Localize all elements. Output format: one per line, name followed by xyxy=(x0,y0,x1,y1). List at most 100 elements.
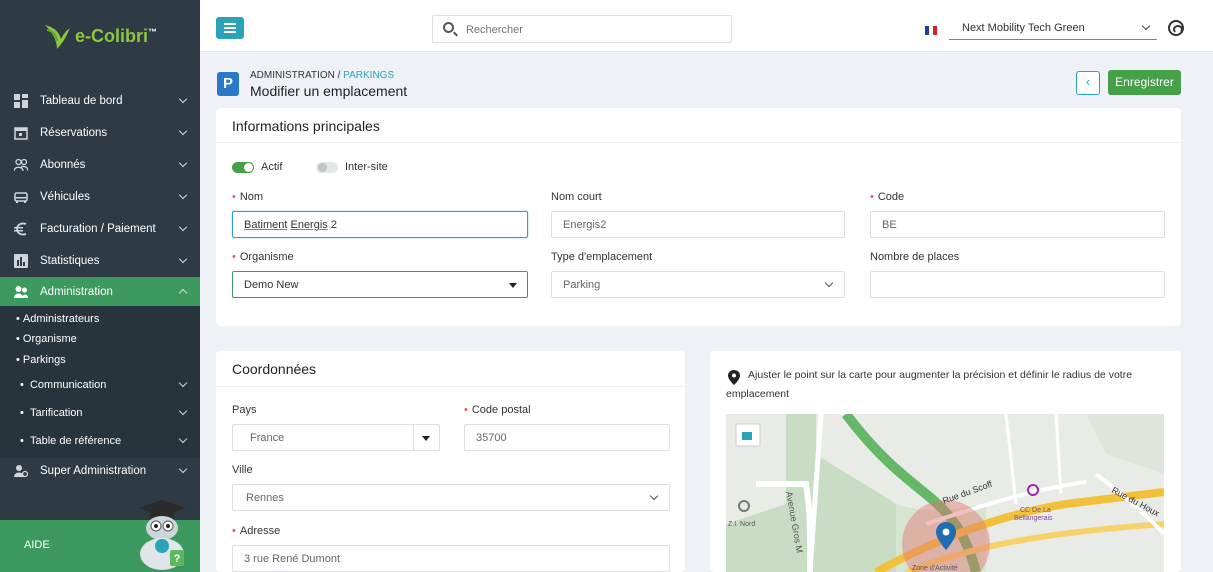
field-value: Rennes xyxy=(246,492,284,504)
organisme-select[interactable]: Demo New xyxy=(232,271,528,298)
places-input[interactable] xyxy=(870,271,1165,298)
bullet: • xyxy=(16,333,23,345)
submenu-item-label: Organisme xyxy=(22,333,77,345)
breadcrumb-separator: / xyxy=(334,70,344,81)
back-button[interactable]: ‹ xyxy=(1076,71,1100,95)
nom-input[interactable]: Batiment Energis 2 xyxy=(232,211,528,238)
sidebar-item-reservations[interactable]: Réservations xyxy=(0,118,200,148)
sidebar-item-facturation[interactable]: Facturation / Paiement xyxy=(0,214,200,244)
submenu-item-organisme[interactable]: • Organisme xyxy=(0,329,200,349)
submenu-item-label: Tarification xyxy=(29,407,83,419)
sidebar-item-abonnes[interactable]: Abonnés xyxy=(0,150,200,180)
intersite-toggle[interactable] xyxy=(316,162,338,173)
select-toggle[interactable] xyxy=(413,425,439,450)
super-admin-icon xyxy=(14,465,28,478)
app-logo[interactable]: e-Colibri™ xyxy=(0,0,200,72)
sidebar-item-label: Statistiques xyxy=(40,255,100,267)
toggle-knob xyxy=(244,163,253,172)
sidebar-item-statistiques[interactable]: Statistiques xyxy=(0,246,200,276)
page-title: Modifier un emplacement xyxy=(250,83,408,99)
sidebar: e-Colibri™ Tableau de bord Réservations … xyxy=(0,0,200,572)
ville-select[interactable]: Rennes xyxy=(232,484,670,511)
label-text: Code postal xyxy=(471,404,531,416)
car-icon xyxy=(14,192,28,203)
chevron-down-icon xyxy=(649,491,659,501)
colibri-logo-icon xyxy=(44,25,70,49)
sidebar-item-tableau-de-bord[interactable]: Tableau de bord xyxy=(0,86,200,116)
sidebar-item-label: Véhicules xyxy=(40,191,90,203)
save-button[interactable]: Enregistrer xyxy=(1108,70,1181,95)
code-input[interactable]: BE xyxy=(870,211,1165,238)
nom-court-input[interactable]: Energis2 xyxy=(551,211,845,238)
caret-down-icon xyxy=(422,436,430,441)
search-box[interactable] xyxy=(432,15,732,43)
breadcrumb-current[interactable]: PARKINGS xyxy=(343,70,394,81)
map-label-cc2: Bellangerais xyxy=(1014,515,1053,522)
map-label-zone: Zone d'Activité xyxy=(912,565,958,572)
dashboard-icon xyxy=(14,94,28,108)
coordinates-card: Coordonnées Pays France • Code postal 357… xyxy=(216,351,685,572)
submenu-item-administrateurs[interactable]: • Administrateurs xyxy=(0,309,200,329)
pays-select[interactable]: France xyxy=(232,424,440,451)
ville-label: Ville xyxy=(232,464,253,476)
map-label-cc: CC De La xyxy=(1020,507,1051,514)
topbar: Next Mobility Tech Green xyxy=(200,0,1213,52)
submenu-item-communication[interactable]: • Communication xyxy=(0,371,200,399)
app-name: e-Colibri™ xyxy=(74,25,157,46)
french-flag-icon[interactable] xyxy=(925,26,937,35)
admin-icon xyxy=(14,286,28,298)
sidebar-item-label: Super Administration xyxy=(40,465,147,477)
menu-line xyxy=(224,23,236,25)
chevron-down-icon xyxy=(178,434,188,444)
field-value: Parking xyxy=(563,279,601,291)
type-select[interactable]: Parking xyxy=(551,271,845,298)
label-text: Adresse xyxy=(239,525,281,537)
nom-value-part: Energis xyxy=(290,219,328,231)
hamburger-menu-button[interactable] xyxy=(216,17,244,39)
label-text: Organisme xyxy=(239,251,294,263)
submenu-item-label: Communication xyxy=(29,379,107,391)
card-title: Informations principales xyxy=(232,118,380,134)
bullet: • xyxy=(20,407,30,419)
code-label: • Code xyxy=(870,191,905,203)
card-title: Coordonnées xyxy=(232,361,317,377)
adresse-label: • Adresse xyxy=(232,525,281,537)
sidebar-item-vehicules[interactable]: Véhicules xyxy=(0,182,200,212)
user-account-icon[interactable] xyxy=(1168,20,1184,36)
submenu-item-label: Table de référence xyxy=(29,435,122,447)
submenu-item-table-de-reference[interactable]: • Table de référence xyxy=(0,427,200,455)
svg-text:?: ? xyxy=(174,553,181,565)
flag-red xyxy=(933,26,937,35)
chevron-down-icon xyxy=(178,158,188,168)
menu-line xyxy=(224,27,236,29)
map-canvas: Avenue Gros M Rue du Scoff Rue du Houx C… xyxy=(726,414,1164,572)
sidebar-item-label: Facturation / Paiement xyxy=(40,223,156,235)
type-label: Type d'emplacement xyxy=(551,251,653,263)
sidebar-item-administration[interactable]: Administration xyxy=(0,277,200,307)
help-mascot-icon[interactable]: ? xyxy=(132,496,188,572)
caret-down-icon xyxy=(509,283,517,288)
submenu-item-parkings[interactable]: • Parkings xyxy=(0,350,200,370)
code-postal-input[interactable]: 35700 xyxy=(464,424,670,451)
submenu-item-label: Administrateurs xyxy=(22,313,100,325)
label-text: Nom xyxy=(239,191,264,203)
sidebar-item-super-administration[interactable]: Super Administration xyxy=(0,456,200,486)
breadcrumb-root[interactable]: ADMINISTRATION xyxy=(250,70,335,81)
adresse-input[interactable]: 3 rue René Dumont xyxy=(232,545,670,572)
help-label: AIDE xyxy=(24,539,50,551)
organization-select[interactable]: Next Mobility Tech Green xyxy=(949,16,1157,40)
nom-value-part: Batiment xyxy=(244,219,288,231)
nom-label: • Nom xyxy=(232,191,264,203)
divider xyxy=(216,142,1181,143)
chart-icon xyxy=(14,254,28,268)
pays-label: Pays xyxy=(232,404,257,416)
actif-toggle[interactable] xyxy=(232,162,254,173)
submenu-item-tarification[interactable]: • Tarification xyxy=(0,399,200,427)
location-map[interactable]: Avenue Gros M Rue du Scoff Rue du Houx C… xyxy=(726,414,1164,572)
code-postal-label: • Code postal xyxy=(464,404,531,416)
chevron-down-icon xyxy=(1141,21,1151,31)
chevron-up-icon xyxy=(178,288,188,298)
chevron-down-icon xyxy=(178,378,188,388)
main-info-card: Informations principales Actif Inter-sit… xyxy=(216,108,1181,326)
search-input[interactable] xyxy=(466,21,716,39)
